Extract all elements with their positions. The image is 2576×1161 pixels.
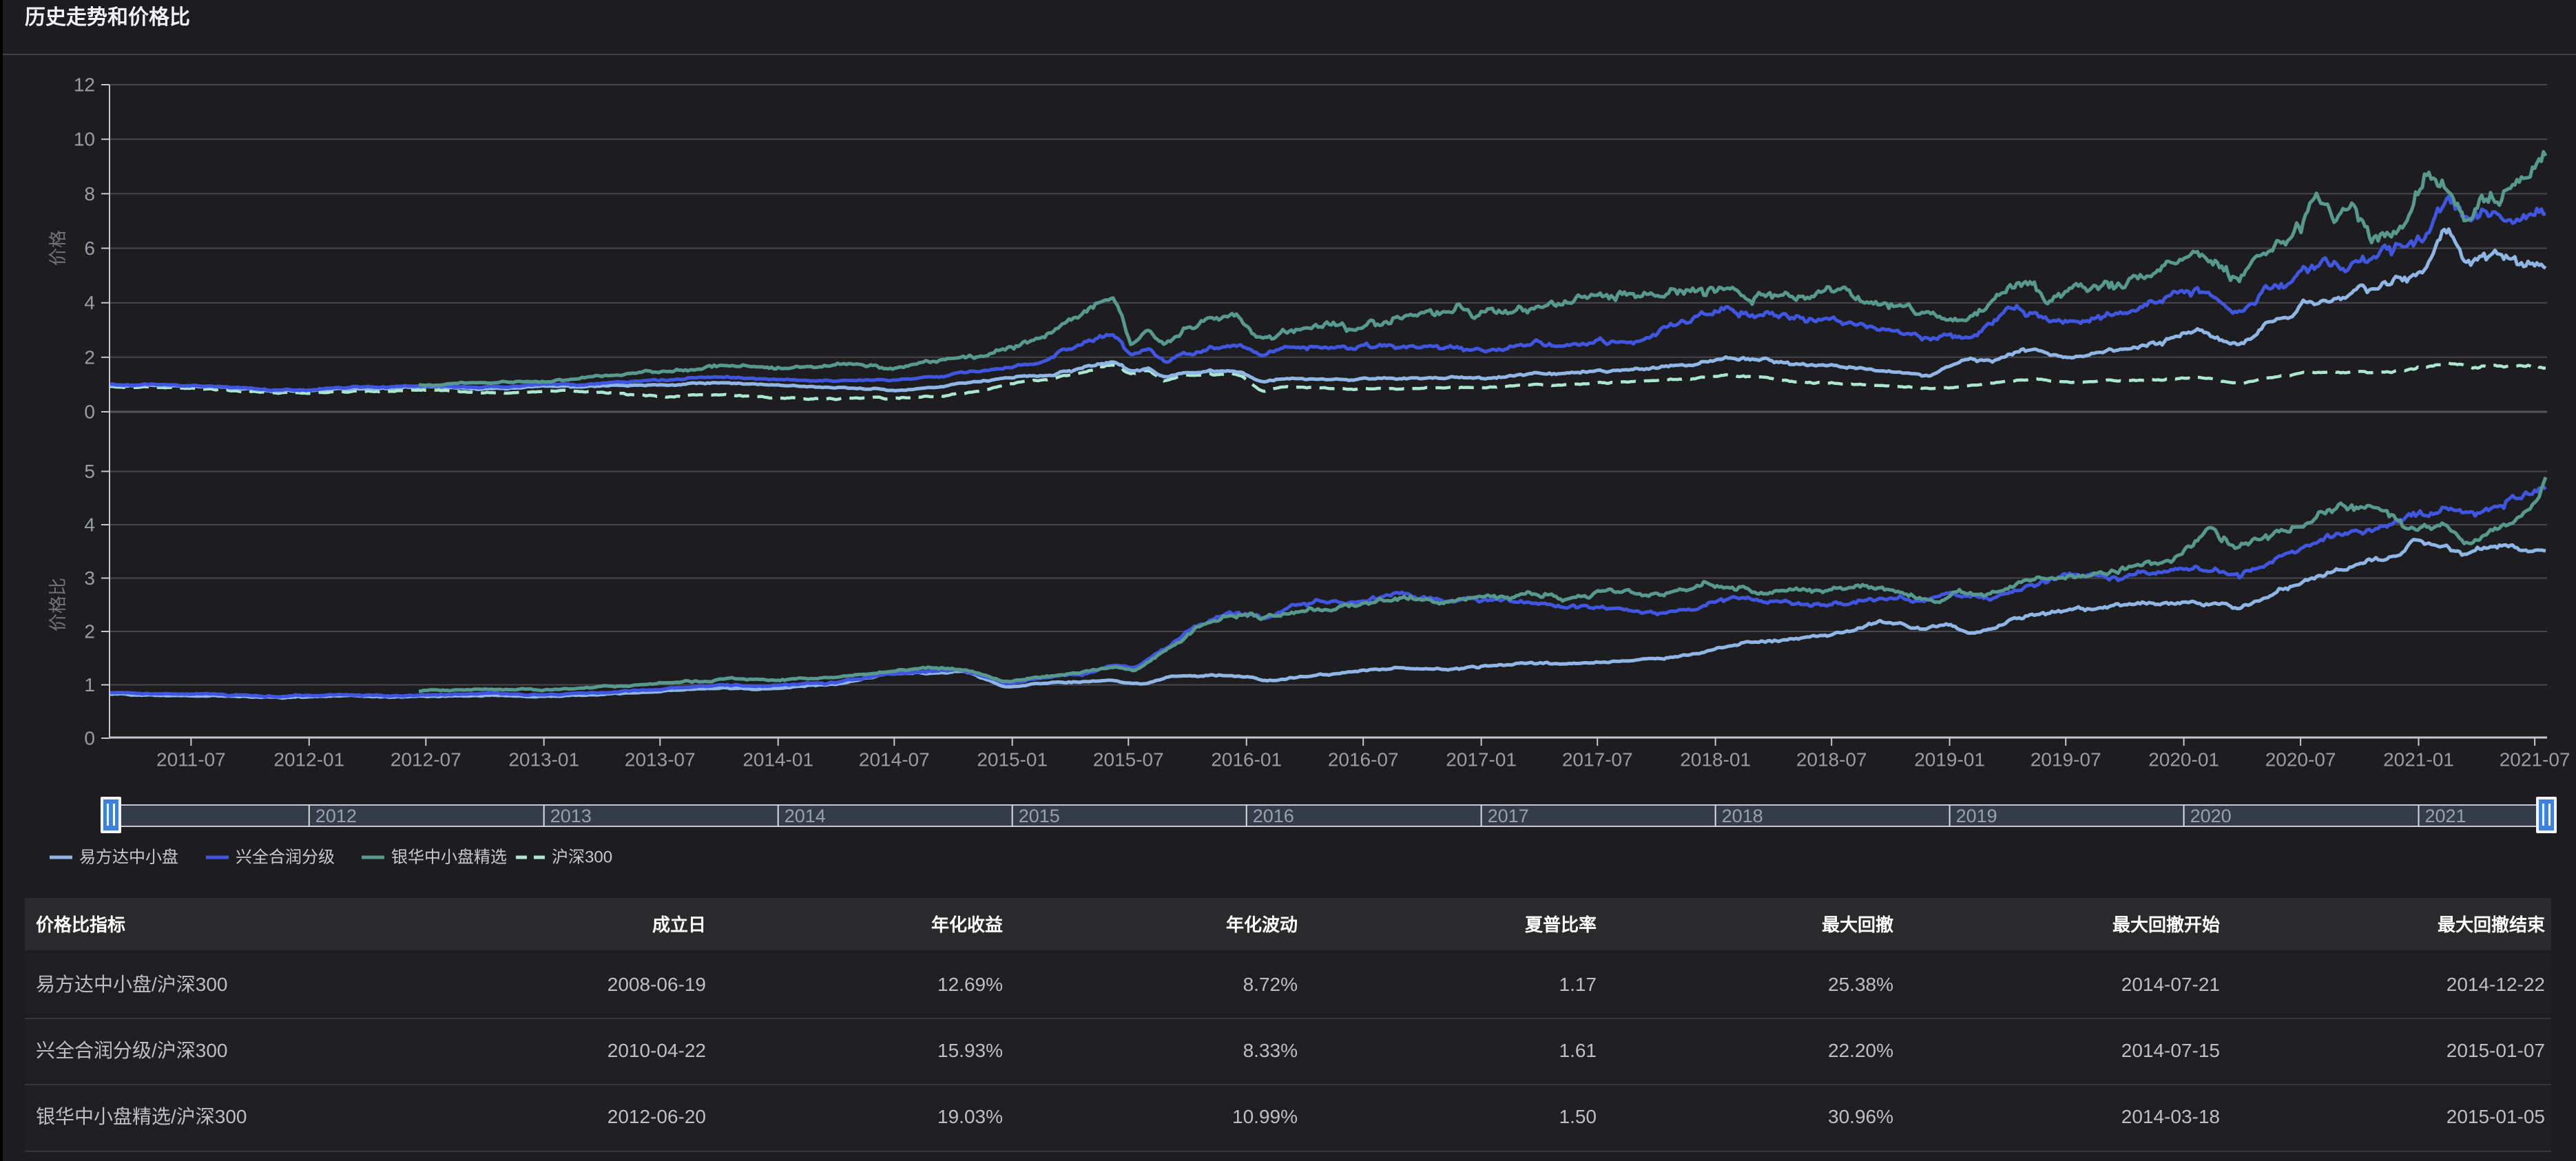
svg-text:2020-07: 2020-07 xyxy=(2265,749,2336,771)
svg-text:2013: 2013 xyxy=(550,806,592,826)
svg-text:2014: 2014 xyxy=(785,806,826,826)
svg-text:2021: 2021 xyxy=(2425,806,2466,826)
svg-text:2021-07: 2021-07 xyxy=(2500,749,2570,771)
svg-text:0: 0 xyxy=(84,728,95,749)
svg-text:2018-07: 2018-07 xyxy=(1796,749,1867,771)
svg-text:2021-01: 2021-01 xyxy=(2383,749,2454,771)
svg-text:2020: 2020 xyxy=(2190,806,2232,826)
svg-text:12: 12 xyxy=(74,74,95,96)
svg-text:3: 3 xyxy=(84,567,95,589)
svg-text:易方达中小盘: 易方达中小盘 xyxy=(79,848,178,867)
svg-text:2016: 2016 xyxy=(1253,806,1294,826)
svg-text:银华中小盘精选: 银华中小盘精选 xyxy=(391,848,507,867)
svg-text:2: 2 xyxy=(84,346,95,368)
svg-text:6: 6 xyxy=(84,238,95,259)
svg-text:10: 10 xyxy=(74,129,95,150)
svg-text:2013-01: 2013-01 xyxy=(508,749,579,771)
svg-text:2012-07: 2012-07 xyxy=(391,749,461,771)
svg-text:8: 8 xyxy=(84,183,95,205)
svg-text:2017: 2017 xyxy=(1488,806,1529,826)
svg-text:2019: 2019 xyxy=(1956,806,1997,826)
svg-text:4: 4 xyxy=(84,514,95,536)
svg-text:5: 5 xyxy=(84,461,95,482)
svg-text:2015-07: 2015-07 xyxy=(1093,749,1164,771)
svg-text:0: 0 xyxy=(84,401,95,423)
svg-text:2016-01: 2016-01 xyxy=(1211,749,1282,771)
svg-text:4: 4 xyxy=(84,292,95,313)
svg-text:2014-01: 2014-01 xyxy=(742,749,813,771)
svg-text:2014-07: 2014-07 xyxy=(859,749,930,771)
svg-text:2011-07: 2011-07 xyxy=(156,749,226,771)
svg-text:2018: 2018 xyxy=(1722,806,1763,826)
svg-text:2017-01: 2017-01 xyxy=(1446,749,1517,771)
svg-text:2: 2 xyxy=(84,621,95,642)
svg-text:1: 1 xyxy=(84,674,95,695)
svg-text:价格: 价格 xyxy=(48,230,68,266)
svg-text:2012: 2012 xyxy=(315,806,357,826)
svg-text:2018-01: 2018-01 xyxy=(1680,749,1751,771)
svg-text:2017-07: 2017-07 xyxy=(1562,749,1633,771)
svg-text:2016-07: 2016-07 xyxy=(1328,749,1399,771)
svg-text:2015: 2015 xyxy=(1019,806,1060,826)
svg-text:2019-01: 2019-01 xyxy=(1914,749,1985,771)
svg-text:沪深300: 沪深300 xyxy=(552,848,612,867)
svg-text:2015-01: 2015-01 xyxy=(977,749,1048,771)
svg-text:2012-01: 2012-01 xyxy=(273,749,344,771)
svg-text:2020-01: 2020-01 xyxy=(2148,749,2219,771)
svg-text:2013-07: 2013-07 xyxy=(625,749,696,771)
svg-text:兴全合润分级: 兴全合润分级 xyxy=(236,848,335,867)
svg-text:价格比: 价格比 xyxy=(48,578,68,631)
svg-text:2019-07: 2019-07 xyxy=(2030,749,2101,771)
